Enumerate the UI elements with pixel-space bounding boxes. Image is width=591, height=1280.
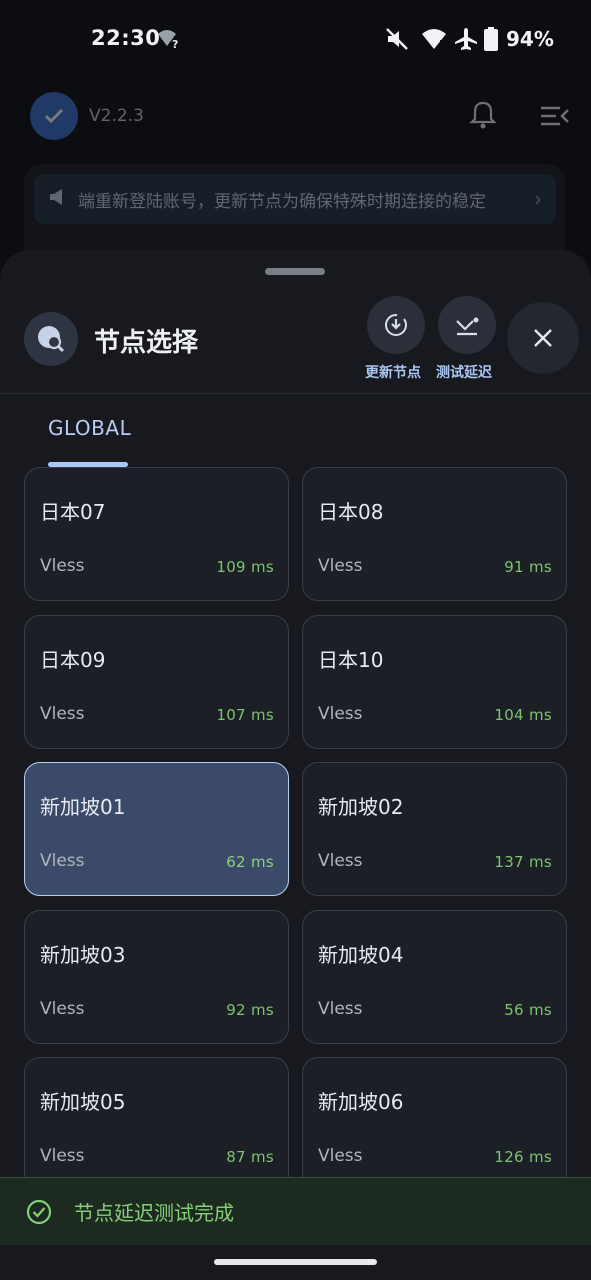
node-protocol: Vless: [318, 999, 363, 1019]
node-protocol: Vless: [40, 851, 85, 871]
node-latency: 92 ms: [226, 1001, 274, 1019]
airplane-icon: [455, 28, 477, 50]
latency-test-icon: [456, 317, 479, 336]
node-latency: 126 ms: [494, 1148, 552, 1166]
node-latency: 87 ms: [226, 1148, 274, 1166]
node-latency: 109 ms: [216, 558, 274, 576]
notice-text: 端重新登陆账号，更新节点为确保特殊时期连接的稳定: [78, 191, 486, 212]
node-card[interactable]: 日本08 Vless 91 ms: [302, 467, 567, 601]
node-protocol: Vless: [40, 556, 85, 576]
node-card[interactable]: 日本09 Vless 107 ms: [24, 615, 289, 749]
globe-search-icon: [24, 312, 78, 366]
check-circle-icon: [26, 1199, 52, 1224]
node-card[interactable]: 新加坡06 Vless 126 ms: [302, 1057, 567, 1191]
gesture-nav-bar[interactable]: [214, 1259, 377, 1265]
node-card[interactable]: 新加坡05 Vless 87 ms: [24, 1057, 289, 1191]
node-name: 日本07: [40, 500, 106, 524]
wifi-icon: [422, 29, 446, 49]
node-select-sheet: 节点选择 更新节点 测试延迟 GLOBAL 日本07 Vless 109 ms …: [0, 250, 591, 1280]
test-latency-button[interactable]: [438, 296, 496, 354]
test-latency-label[interactable]: 测试延迟: [436, 362, 492, 382]
node-protocol: Vless: [40, 1146, 85, 1166]
node-latency: 91 ms: [504, 558, 552, 576]
battery-icon: [484, 27, 498, 51]
chevron-right-icon: ›: [534, 187, 542, 211]
divider: [0, 393, 591, 394]
node-latency: 62 ms: [226, 853, 274, 871]
notice-banner[interactable]: 端重新登陆账号，更新节点为确保特殊时期连接的稳定 ›: [34, 174, 556, 224]
node-card-selected[interactable]: 新加坡01 Vless 62 ms: [24, 762, 289, 896]
bell-icon[interactable]: [468, 100, 498, 130]
megaphone-icon: [48, 188, 68, 211]
node-card[interactable]: 日本10 Vless 104 ms: [302, 615, 567, 749]
status-time: 22:30: [91, 26, 161, 50]
node-latency: 56 ms: [504, 1001, 552, 1019]
menu-icon[interactable]: [540, 104, 570, 128]
sheet-title: 节点选择: [94, 328, 199, 358]
node-protocol: Vless: [40, 999, 85, 1019]
node-protocol: Vless: [318, 556, 363, 576]
connected-check-icon: [30, 92, 78, 140]
node-card[interactable]: 新加坡02 Vless 137 ms: [302, 762, 567, 896]
tab-global[interactable]: GLOBAL: [48, 416, 131, 440]
node-name: 日本10: [318, 648, 384, 672]
node-protocol: Vless: [40, 704, 85, 724]
download-circle-icon: [385, 314, 407, 336]
node-latency: 104 ms: [494, 706, 552, 724]
node-name: 新加坡03: [40, 943, 126, 967]
node-protocol: Vless: [318, 851, 363, 871]
status-bar: 22:30 ? 94%: [0, 0, 591, 78]
close-button[interactable]: [507, 302, 579, 374]
background-app: V2.2.3 端重新登陆账号，更新节点为确保特殊时期连接的稳定 ›: [0, 78, 591, 284]
node-latency: 107 ms: [216, 706, 274, 724]
mute-icon: [386, 28, 408, 50]
node-name: 日本08: [318, 500, 384, 524]
node-card[interactable]: 新加坡03 Vless 92 ms: [24, 910, 289, 1044]
node-latency: 137 ms: [494, 853, 552, 871]
update-nodes-button[interactable]: [367, 296, 425, 354]
app-version: V2.2.3: [89, 106, 144, 126]
snackbar-text: 节点延迟测试完成: [74, 1201, 234, 1225]
drag-handle[interactable]: [265, 268, 325, 275]
update-nodes-label[interactable]: 更新节点: [365, 362, 421, 382]
node-name: 新加坡02: [318, 795, 404, 819]
wifi-question-icon: ?: [158, 30, 178, 51]
battery-percent: 94%: [506, 27, 554, 51]
node-protocol: Vless: [318, 704, 363, 724]
node-name: 新加坡06: [318, 1090, 404, 1114]
node-name: 新加坡05: [40, 1090, 126, 1114]
close-icon: [534, 329, 552, 347]
snackbar: 节点延迟测试完成: [0, 1177, 591, 1245]
node-name: 新加坡01: [40, 795, 126, 819]
node-protocol: Vless: [318, 1146, 363, 1166]
node-card[interactable]: 新加坡04 Vless 56 ms: [302, 910, 567, 1044]
node-card[interactable]: 日本07 Vless 109 ms: [24, 467, 289, 601]
node-name: 新加坡04: [318, 943, 404, 967]
svg-text:?: ?: [172, 38, 178, 51]
node-name: 日本09: [40, 648, 106, 672]
